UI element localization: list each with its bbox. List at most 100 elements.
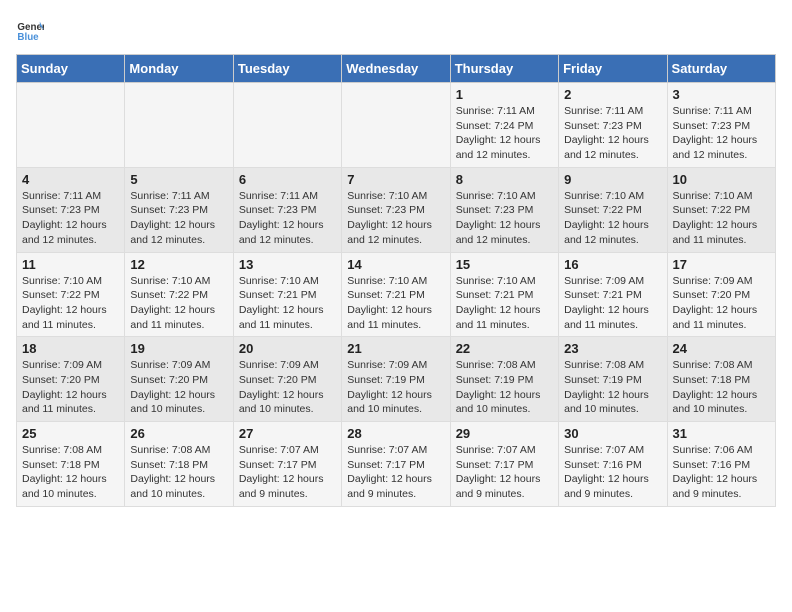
weekday-header-wednesday: Wednesday bbox=[342, 55, 450, 83]
weekday-header-saturday: Saturday bbox=[667, 55, 775, 83]
calendar-cell: 3Sunrise: 7:11 AMSunset: 7:23 PMDaylight… bbox=[667, 83, 775, 168]
weekday-header-tuesday: Tuesday bbox=[233, 55, 341, 83]
calendar-cell: 30 Sunrise: 7:07 AMSunset: 7:16 PMDayligh… bbox=[559, 422, 667, 507]
weekday-header-monday: Monday bbox=[125, 55, 233, 83]
day-info: Sunrise: 7:08 AMSunset: 7:18 PMDaylight:… bbox=[673, 358, 770, 417]
calendar-cell: 18 Sunrise: 7:09 AMSunset: 7:20 PMDayligh… bbox=[17, 337, 125, 422]
day-number: 19 bbox=[130, 341, 227, 356]
calendar-cell: 25Sunrise: 7:08 AMSunset: 7:18 PMDayligh… bbox=[17, 422, 125, 507]
calendar-cell: 16 Sunrise: 7:09 AMSunset: 7:21 PMDayligh… bbox=[559, 252, 667, 337]
day-number: 4 bbox=[22, 172, 119, 187]
weekday-header-sunday: Sunday bbox=[17, 55, 125, 83]
calendar-cell: 28 Sunrise: 7:07 AMSunset: 7:17 PMDayligh… bbox=[342, 422, 450, 507]
day-number: 12 bbox=[130, 257, 227, 272]
day-number: 24 bbox=[673, 341, 770, 356]
day-number: 13 bbox=[239, 257, 336, 272]
calendar-week-4: 18 Sunrise: 7:09 AMSunset: 7:20 PMDayligh… bbox=[17, 337, 776, 422]
calendar-cell: 4 Sunrise: 7:11 AMSunset: 7:23 PMDaylight… bbox=[17, 167, 125, 252]
day-number: 20 bbox=[239, 341, 336, 356]
calendar-cell: 8Sunrise: 7:10 AMSunset: 7:23 PMDaylight… bbox=[450, 167, 558, 252]
day-number: 28 bbox=[347, 426, 444, 441]
day-info: Sunrise: 7:07 AMSunset: 7:17 PMDaylight:… bbox=[456, 443, 553, 502]
calendar-cell: 12 Sunrise: 7:10 AMSunset: 7:22 PMDayligh… bbox=[125, 252, 233, 337]
day-number: 23 bbox=[564, 341, 661, 356]
day-number: 11 bbox=[22, 257, 119, 272]
day-info: Sunrise: 7:06 AMSunset: 7:16 PMDaylight:… bbox=[673, 443, 770, 502]
day-info: Sunrise: 7:10 AMSunset: 7:21 PMDaylight:… bbox=[347, 274, 444, 333]
day-info: Sunrise: 7:11 AMSunset: 7:23 PMDaylight:… bbox=[130, 189, 227, 248]
day-info: Sunrise: 7:10 AMSunset: 7:22 PMDaylight:… bbox=[673, 189, 770, 248]
calendar-cell: 21 Sunrise: 7:09 AMSunset: 7:19 PMDayligh… bbox=[342, 337, 450, 422]
calendar-cell: 7Sunrise: 7:10 AMSunset: 7:23 PMDaylight… bbox=[342, 167, 450, 252]
day-info: Sunrise: 7:09 AMSunset: 7:20 PMDaylight:… bbox=[22, 358, 119, 417]
day-info: Sunrise: 7:10 AMSunset: 7:22 PMDaylight:… bbox=[22, 274, 119, 333]
calendar-cell: 5 Sunrise: 7:11 AMSunset: 7:23 PMDaylight… bbox=[125, 167, 233, 252]
day-info: Sunrise: 7:10 AMSunset: 7:21 PMDaylight:… bbox=[239, 274, 336, 333]
day-info: Sunrise: 7:09 AMSunset: 7:19 PMDaylight:… bbox=[347, 358, 444, 417]
day-info: Sunrise: 7:10 AMSunset: 7:23 PMDaylight:… bbox=[456, 189, 553, 248]
day-info: Sunrise: 7:07 AMSunset: 7:16 PMDaylight:… bbox=[564, 443, 661, 502]
day-info: Sunrise: 7:11 AMSunset: 7:23 PMDaylight:… bbox=[239, 189, 336, 248]
day-number: 5 bbox=[130, 172, 227, 187]
day-number: 21 bbox=[347, 341, 444, 356]
logo-icon: General Blue bbox=[16, 16, 44, 44]
header-area: General Blue bbox=[16, 16, 776, 44]
calendar-cell: 23 Sunrise: 7:08 AMSunset: 7:19 PMDayligh… bbox=[559, 337, 667, 422]
day-number: 17 bbox=[673, 257, 770, 272]
calendar-cell bbox=[17, 83, 125, 168]
logo: General Blue bbox=[16, 16, 44, 44]
calendar-cell: 10Sunrise: 7:10 AMSunset: 7:22 PMDayligh… bbox=[667, 167, 775, 252]
calendar-cell: 24 Sunrise: 7:08 AMSunset: 7:18 PMDayligh… bbox=[667, 337, 775, 422]
day-number: 27 bbox=[239, 426, 336, 441]
day-number: 30 bbox=[564, 426, 661, 441]
day-number: 9 bbox=[564, 172, 661, 187]
calendar-cell: 9 Sunrise: 7:10 AMSunset: 7:22 PMDaylight… bbox=[559, 167, 667, 252]
day-number: 26 bbox=[130, 426, 227, 441]
day-info: Sunrise: 7:10 AMSunset: 7:22 PMDaylight:… bbox=[564, 189, 661, 248]
day-info: Sunrise: 7:09 AMSunset: 7:20 PMDaylight:… bbox=[239, 358, 336, 417]
day-info: Sunrise: 7:08 AMSunset: 7:19 PMDaylight:… bbox=[564, 358, 661, 417]
calendar-cell: 2Sunrise: 7:11 AMSunset: 7:23 PMDaylight… bbox=[559, 83, 667, 168]
day-info: Sunrise: 7:11 AMSunset: 7:23 PMDaylight:… bbox=[22, 189, 119, 248]
day-info: Sunrise: 7:10 AMSunset: 7:21 PMDaylight:… bbox=[456, 274, 553, 333]
day-info: Sunrise: 7:09 AMSunset: 7:21 PMDaylight:… bbox=[564, 274, 661, 333]
calendar-cell: 29Sunrise: 7:07 AMSunset: 7:17 PMDayligh… bbox=[450, 422, 558, 507]
day-info: Sunrise: 7:09 AMSunset: 7:20 PMDaylight:… bbox=[673, 274, 770, 333]
day-number: 18 bbox=[22, 341, 119, 356]
calendar-cell: 22 Sunrise: 7:08 AMSunset: 7:19 PMDayligh… bbox=[450, 337, 558, 422]
weekday-header-friday: Friday bbox=[559, 55, 667, 83]
day-number: 6 bbox=[239, 172, 336, 187]
day-info: Sunrise: 7:08 AMSunset: 7:18 PMDaylight:… bbox=[130, 443, 227, 502]
day-number: 14 bbox=[347, 257, 444, 272]
day-info: Sunrise: 7:11 AMSunset: 7:24 PMDaylight:… bbox=[456, 104, 553, 163]
weekday-header-thursday: Thursday bbox=[450, 55, 558, 83]
calendar-week-5: 25Sunrise: 7:08 AMSunset: 7:18 PMDayligh… bbox=[17, 422, 776, 507]
day-number: 15 bbox=[456, 257, 553, 272]
day-number: 16 bbox=[564, 257, 661, 272]
day-number: 22 bbox=[456, 341, 553, 356]
calendar-cell: 11 Sunrise: 7:10 AMSunset: 7:22 PMDayligh… bbox=[17, 252, 125, 337]
calendar-cell: 31 Sunrise: 7:06 AMSunset: 7:16 PMDayligh… bbox=[667, 422, 775, 507]
calendar-table: SundayMondayTuesdayWednesdayThursdayFrid… bbox=[16, 54, 776, 507]
day-number: 31 bbox=[673, 426, 770, 441]
calendar-cell: 6 Sunrise: 7:11 AMSunset: 7:23 PMDaylight… bbox=[233, 167, 341, 252]
day-info: Sunrise: 7:07 AMSunset: 7:17 PMDaylight:… bbox=[239, 443, 336, 502]
day-info: Sunrise: 7:09 AMSunset: 7:20 PMDaylight:… bbox=[130, 358, 227, 417]
calendar-cell: 15 Sunrise: 7:10 AMSunset: 7:21 PMDayligh… bbox=[450, 252, 558, 337]
day-info: Sunrise: 7:10 AMSunset: 7:23 PMDaylight:… bbox=[347, 189, 444, 248]
calendar-cell: 19 Sunrise: 7:09 AMSunset: 7:20 PMDayligh… bbox=[125, 337, 233, 422]
calendar-week-1: 1 Sunrise: 7:11 AMSunset: 7:24 PMDaylight… bbox=[17, 83, 776, 168]
day-info: Sunrise: 7:08 AMSunset: 7:19 PMDaylight:… bbox=[456, 358, 553, 417]
calendar-cell bbox=[342, 83, 450, 168]
day-info: Sunrise: 7:08 AMSunset: 7:18 PMDaylight:… bbox=[22, 443, 119, 502]
calendar-week-3: 11 Sunrise: 7:10 AMSunset: 7:22 PMDayligh… bbox=[17, 252, 776, 337]
calendar-cell: 14 Sunrise: 7:10 AMSunset: 7:21 PMDayligh… bbox=[342, 252, 450, 337]
day-info: Sunrise: 7:10 AMSunset: 7:22 PMDaylight:… bbox=[130, 274, 227, 333]
day-number: 2 bbox=[564, 87, 661, 102]
day-number: 1 bbox=[456, 87, 553, 102]
svg-text:Blue: Blue bbox=[17, 32, 39, 43]
calendar-cell: 17 Sunrise: 7:09 AMSunset: 7:20 PMDayligh… bbox=[667, 252, 775, 337]
day-info: Sunrise: 7:07 AMSunset: 7:17 PMDaylight:… bbox=[347, 443, 444, 502]
calendar-header-row: SundayMondayTuesdayWednesdayThursdayFrid… bbox=[17, 55, 776, 83]
calendar-cell: 1 Sunrise: 7:11 AMSunset: 7:24 PMDaylight… bbox=[450, 83, 558, 168]
